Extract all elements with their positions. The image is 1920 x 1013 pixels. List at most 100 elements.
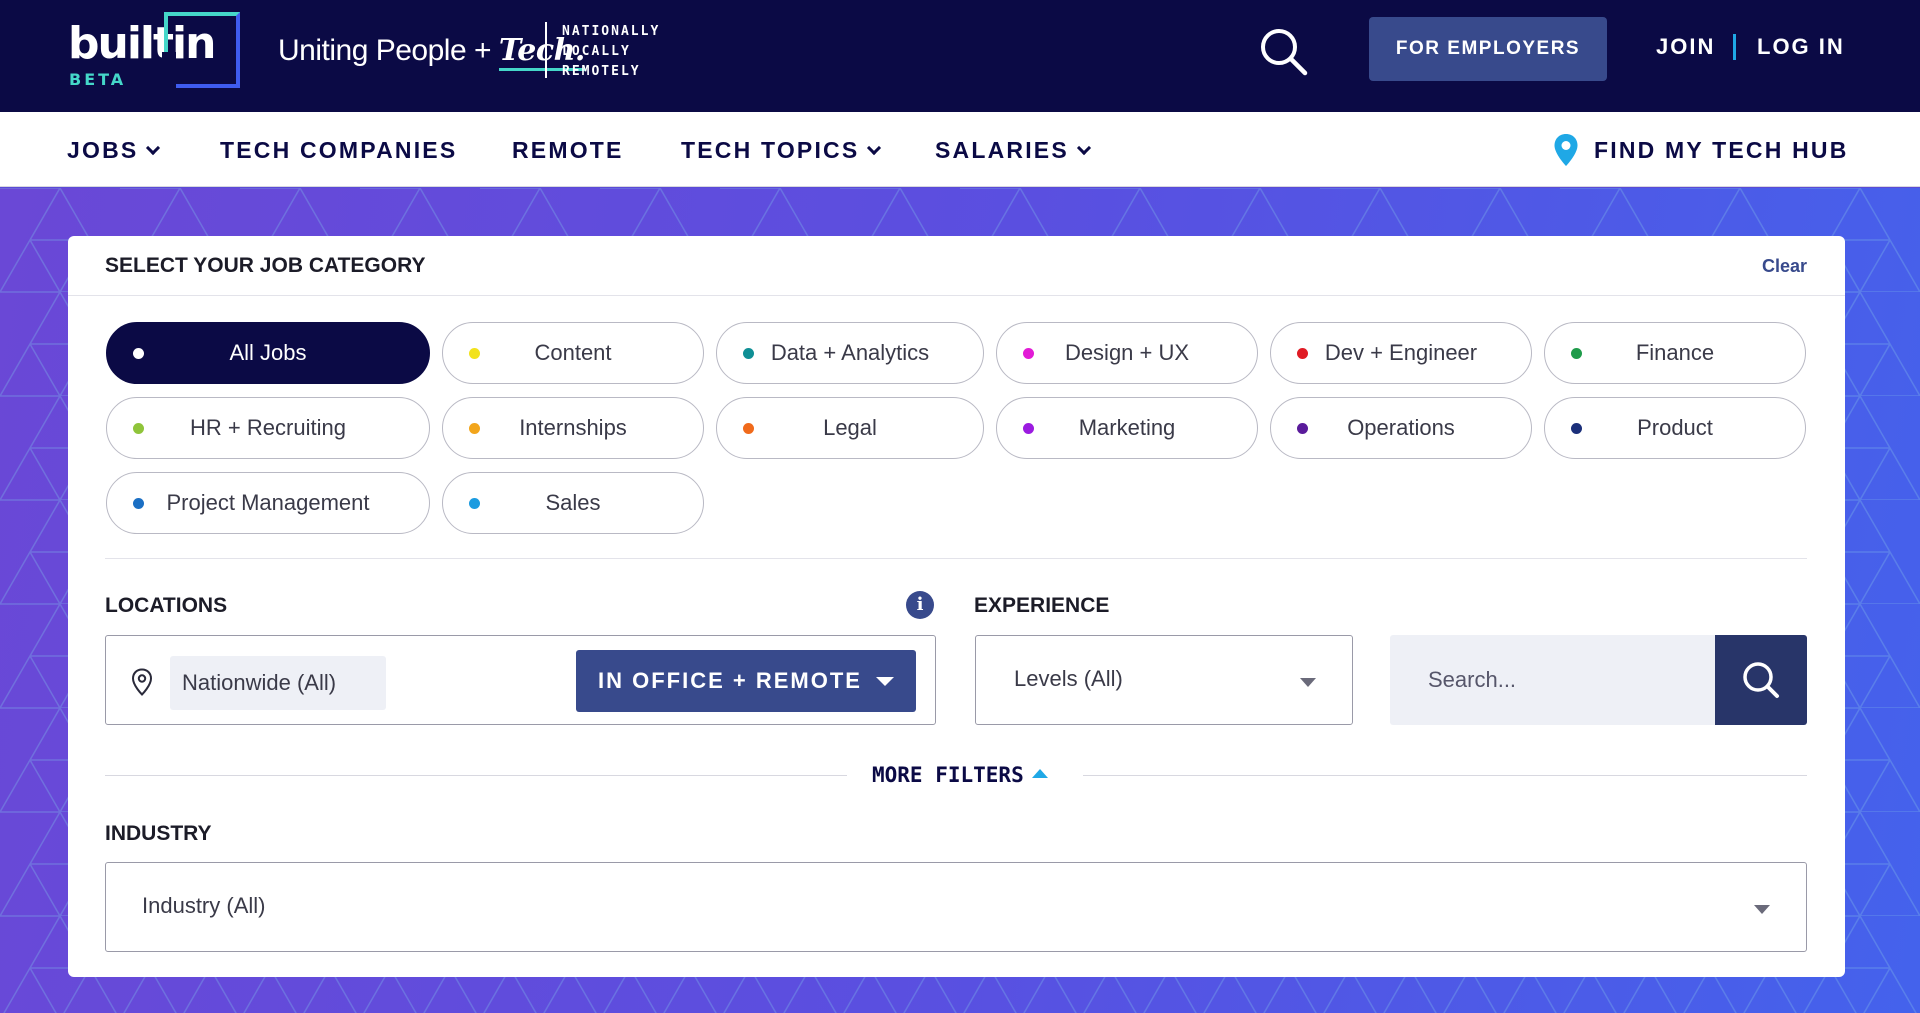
nav-item-label: REMOTE — [512, 137, 624, 163]
search-button[interactable] — [1715, 635, 1807, 725]
nav-item-label: TECH COMPANIES — [220, 137, 458, 163]
more-filters-label: MORE FILTERS — [872, 763, 1024, 787]
category-chip-finance[interactable]: Finance — [1544, 322, 1806, 384]
login-link[interactable]: LOG IN — [1757, 32, 1845, 62]
chevron-down-icon — [867, 140, 882, 156]
experience-value: Levels (All) — [1014, 666, 1123, 691]
nav-item-tech-companies[interactable]: TECH COMPANIES — [220, 136, 457, 164]
category-chip-project-management[interactable]: Project Management — [106, 472, 430, 534]
auth-separator — [1733, 34, 1736, 60]
category-dot — [743, 348, 754, 359]
search-icon[interactable] — [1258, 26, 1310, 78]
category-label: HR + Recruiting — [190, 415, 346, 440]
category-label: Finance — [1635, 340, 1715, 365]
clear-filters-link[interactable]: Clear — [1762, 256, 1807, 277]
category-dot — [1023, 423, 1034, 434]
category-chip-product[interactable]: Product — [1544, 397, 1806, 459]
nav-item-label: TECH TOPICS — [681, 137, 860, 163]
job-search-input[interactable] — [1390, 635, 1715, 725]
nav-item-label: JOBS — [67, 137, 139, 163]
join-link[interactable]: JOIN — [1656, 32, 1715, 62]
category-label: Dev + Engineer — [1324, 340, 1478, 365]
chevron-down-icon — [146, 140, 161, 156]
caret-down-icon — [1754, 905, 1770, 914]
card-header: SELECT YOUR JOB CATEGORY Clear — [68, 236, 1845, 296]
caret-down-icon — [1300, 678, 1316, 687]
location-pin-icon — [131, 668, 153, 696]
category-label: Marketing — [1078, 415, 1176, 440]
experience-label: EXPERIENCE — [974, 594, 1110, 617]
nav-item-label: FIND MY TECH HUB — [1594, 137, 1849, 163]
category-dot — [133, 498, 144, 509]
category-label: Internships — [519, 415, 627, 440]
category-label: Data + Analytics — [770, 340, 930, 365]
location-field: Nationwide (All) IN OFFICE + REMOTE — [105, 635, 936, 725]
category-chip-all-jobs[interactable]: All Jobs — [106, 322, 430, 384]
nav-item-tech-topics[interactable]: TECH TOPICS — [681, 136, 882, 164]
tagline-line-locally: LOCALLY — [562, 44, 631, 59]
industry-value: Industry (All) — [142, 893, 266, 918]
category-chip-content[interactable]: Content — [442, 322, 704, 384]
locations-label: LOCATIONS — [105, 594, 228, 617]
tagline-line-remotely: REMOTELY — [562, 64, 641, 79]
category-chip-operations[interactable]: Operations — [1270, 397, 1532, 459]
category-dot — [1571, 423, 1582, 434]
category-label: Design + UX — [1064, 340, 1190, 365]
category-label: Sales — [545, 490, 601, 515]
category-chip-dev-engineer[interactable]: Dev + Engineer — [1270, 322, 1532, 384]
category-label: Content — [534, 340, 612, 365]
top-header: builtin BETA Uniting People + Tech. NATI… — [0, 0, 1920, 112]
nav-item-find-tech-hub[interactable]: FIND MY TECH HUB — [1594, 136, 1849, 164]
category-label: Product — [1637, 415, 1713, 440]
work-mode-label: IN OFFICE + REMOTE — [598, 668, 862, 693]
tagline-lines: NATIONALLY LOCALLY REMOTELY — [562, 22, 660, 82]
nav-item-jobs[interactable]: JOBS — [67, 136, 161, 164]
category-chip-design-ux[interactable]: Design + UX — [996, 322, 1258, 384]
more-filters-rule-right — [1083, 775, 1807, 776]
category-label: Operations — [1347, 415, 1455, 440]
nav-item-remote[interactable]: REMOTE — [512, 136, 624, 164]
nav-item-label: SALARIES — [935, 137, 1069, 163]
industry-select[interactable]: Industry (All) — [105, 862, 1807, 952]
section-divider — [105, 558, 1807, 559]
category-label: Legal — [823, 415, 877, 440]
category-dot — [1023, 348, 1034, 359]
map-pin-icon — [1554, 134, 1578, 166]
logo-frame — [162, 12, 240, 88]
nav-item-salaries[interactable]: SALARIES — [935, 136, 1091, 164]
job-filter-card: SELECT YOUR JOB CATEGORY Clear All Jobs … — [68, 236, 1845, 977]
category-dot — [1297, 348, 1308, 359]
category-dot — [133, 348, 144, 359]
main-nav: JOBS TECH COMPANIES REMOTE TECH TOPICS S… — [0, 112, 1920, 187]
category-dot — [133, 423, 144, 434]
category-dot — [1297, 423, 1308, 434]
info-icon[interactable]: i — [906, 591, 934, 619]
category-dot — [743, 423, 754, 434]
category-chip-data-analytics[interactable]: Data + Analytics — [716, 322, 984, 384]
caret-down-icon — [876, 677, 894, 686]
category-dot — [469, 498, 480, 509]
job-category-title: SELECT YOUR JOB CATEGORY — [105, 254, 426, 277]
tagline: Uniting People + Tech. — [278, 28, 585, 78]
logo-beta-badge: BETA — [69, 70, 127, 89]
category-dot — [1571, 348, 1582, 359]
work-mode-dropdown[interactable]: IN OFFICE + REMOTE — [576, 650, 916, 712]
category-chip-legal[interactable]: Legal — [716, 397, 984, 459]
category-chip-internships[interactable]: Internships — [442, 397, 704, 459]
more-filters-toggle[interactable]: MORE FILTERS — [872, 762, 1048, 788]
tagline-divider — [545, 22, 547, 78]
category-label: Project Management — [166, 490, 370, 515]
builtin-logo[interactable]: builtin BETA — [68, 12, 240, 89]
category-dot — [469, 423, 480, 434]
for-employers-button[interactable]: FOR EMPLOYERS — [1369, 17, 1607, 81]
category-dot — [469, 348, 480, 359]
category-chip-hr-recruiting[interactable]: HR + Recruiting — [106, 397, 430, 459]
search-icon — [1743, 662, 1779, 698]
category-chip-sales[interactable]: Sales — [442, 472, 704, 534]
experience-select[interactable]: Levels (All) — [975, 635, 1353, 725]
category-chip-marketing[interactable]: Marketing — [996, 397, 1258, 459]
location-value[interactable]: Nationwide (All) — [170, 656, 386, 710]
tagline-line-nationally: NATIONALLY — [562, 24, 661, 39]
chevron-down-icon — [1076, 140, 1091, 156]
tagline-prefix: Uniting People + — [278, 34, 492, 67]
